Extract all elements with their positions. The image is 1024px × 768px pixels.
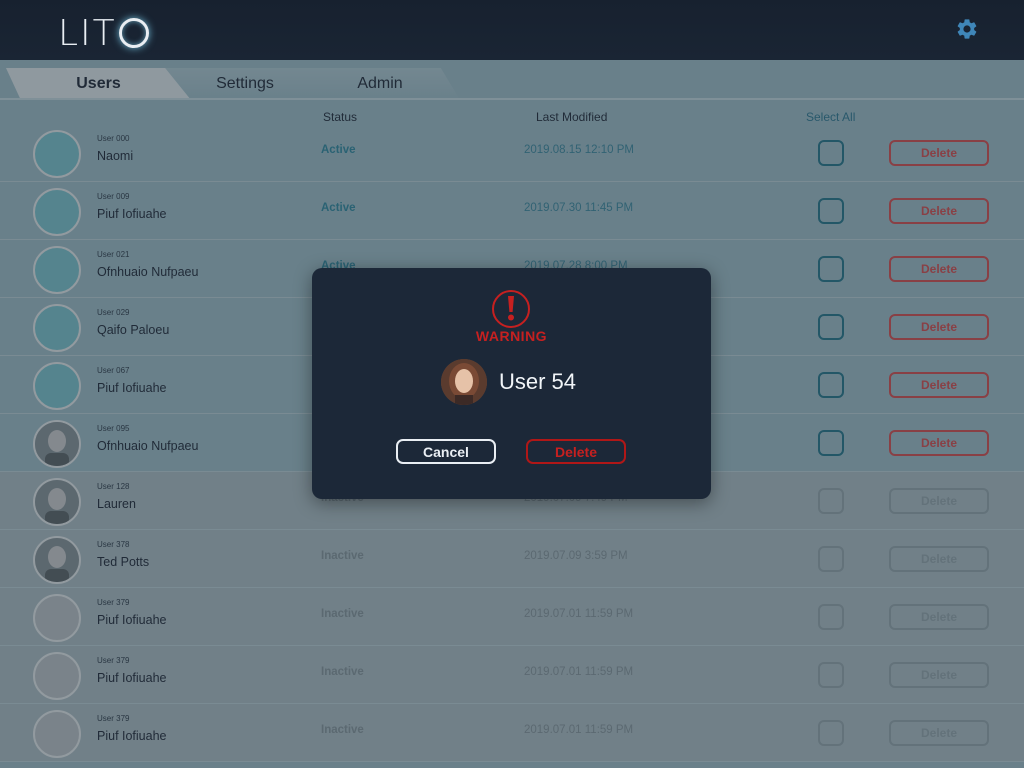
user-photo <box>441 359 487 405</box>
warning-icon <box>492 290 530 328</box>
warning-label: WARNING <box>475 328 548 344</box>
logo-text: LIT <box>58 12 117 54</box>
gear-icon[interactable] <box>955 17 979 41</box>
cancel-button[interactable]: Cancel <box>396 439 496 464</box>
delete-warning-dialog: WARNING User 54 Cancel Delete <box>312 268 711 499</box>
dialog-username: User 54 <box>499 369 577 394</box>
confirm-delete-button[interactable]: Delete <box>526 439 626 464</box>
logo-ring-icon <box>118 18 149 48</box>
app-logo: LIT <box>58 12 149 54</box>
avatar <box>441 359 487 405</box>
app-header: LIT <box>0 0 1024 60</box>
